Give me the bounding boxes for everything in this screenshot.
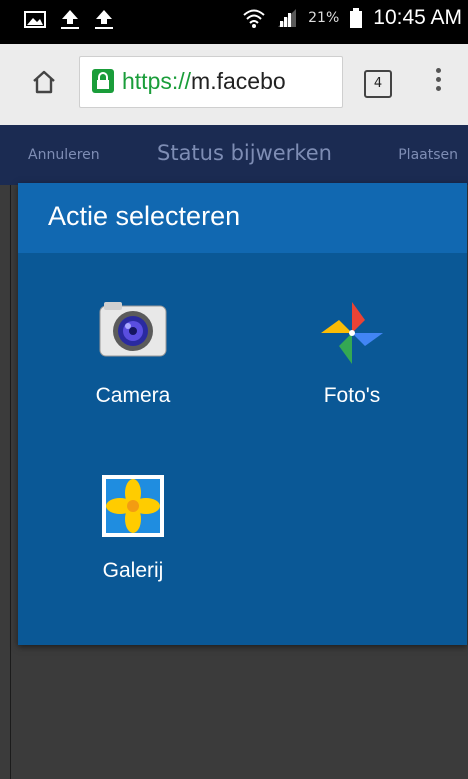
upload-icon [95,10,113,29]
dialog-title: Actie selecteren [48,201,241,231]
tab-switcher-button[interactable]: 4 [364,70,392,98]
clock: 10:45 AM [373,6,462,29]
gallery-notification-icon [24,11,46,28]
fb-status-header: Annuleren Status bijwerken Plaatsen [0,125,468,185]
wifi-icon [243,9,265,28]
address-bar[interactable]: https://m.facebo [79,56,343,108]
home-icon[interactable] [30,68,58,96]
cancel-button[interactable]: Annuleren [28,147,100,163]
page-title: Status bijwerken [157,141,332,165]
phone-screen: 21% 10:45 AM https://m.facebo 4 Annulere… [0,0,468,779]
notification-icons [24,8,114,30]
url-scheme: https:// [122,68,192,94]
battery-percent: 21% [308,10,340,26]
browser-toolbar: https://m.facebo 4 [0,44,468,125]
url-host: m.facebo [191,68,286,94]
upload-icon [61,10,79,29]
secure-lock-icon [92,69,114,93]
url-text: https://m.facebo [122,68,286,95]
option-label-camera: Camera [95,384,171,407]
option-label-photos: Foto's [323,384,381,407]
signal-icon [278,9,297,27]
option-photos[interactable]: Foto's [272,298,432,408]
overflow-menu-icon[interactable] [432,68,444,98]
system-status: 21% 10:45 AM [242,6,462,30]
pinwheel-photos-icon [317,298,387,368]
option-gallery[interactable]: Galerij [53,473,213,583]
status-bar: 21% 10:45 AM [0,0,468,44]
option-label-gallery: Galerij [102,559,164,582]
camera-icon [98,298,168,368]
battery-icon [350,8,363,28]
gallery-icon [98,473,168,543]
dialog-header: Actie selecteren [18,183,467,253]
post-button[interactable]: Plaatsen [398,147,458,163]
action-chooser-dialog: Actie selecteren Camera Foto's Galerij [18,183,467,645]
option-camera[interactable]: Camera [53,298,213,408]
